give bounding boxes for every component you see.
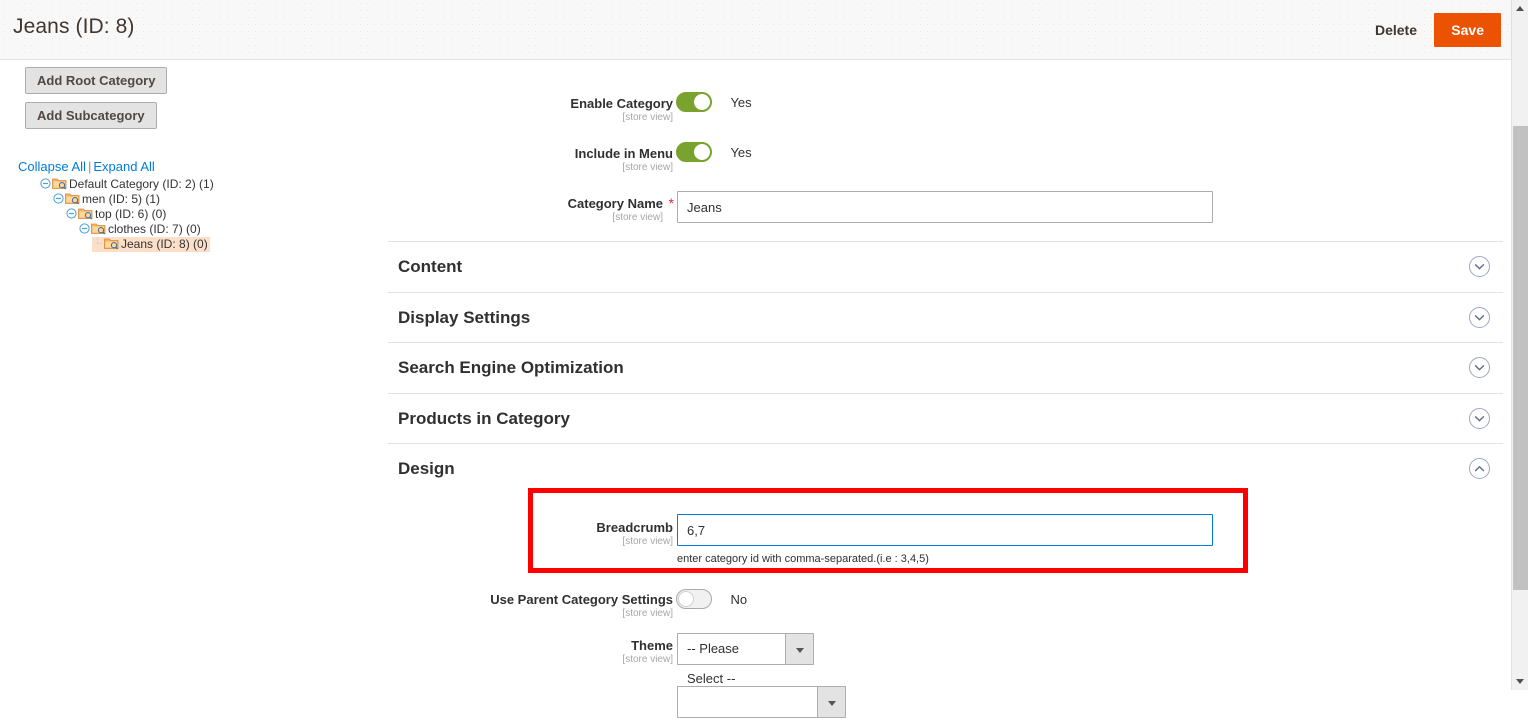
section-header-content[interactable]: Content: [388, 241, 1503, 291]
store-view-scope: [store view]: [622, 112, 673, 123]
include-in-menu-control: Yes: [676, 142, 752, 162]
toggle-knob: [694, 144, 710, 160]
use-parent-category-settings-value: No: [730, 591, 748, 607]
expand-all-link[interactable]: Expand All: [93, 159, 154, 174]
tree-node-inner[interactable]: Jeans (ID: 8) (0): [92, 237, 210, 252]
enable-category-value: Yes: [730, 94, 752, 110]
add-subcategory-button[interactable]: Add Subcategory: [25, 102, 157, 129]
include-in-menu-value: Yes: [730, 144, 752, 160]
add-root-category-button[interactable]: Add Root Category: [25, 67, 168, 94]
category-form: Enable Category [store view] Yes Include…: [380, 61, 1511, 718]
folder-search-icon: [52, 177, 67, 190]
minus-box-icon[interactable]: [40, 178, 51, 189]
minus-box-icon[interactable]: [79, 223, 90, 234]
enable-category-control: Yes: [676, 92, 752, 112]
store-view-scope: [store view]: [612, 212, 663, 223]
chevron-up-icon[interactable]: [1469, 458, 1490, 479]
category-name-label: Category Name * [store view]: [388, 196, 674, 224]
chevron-down-icon[interactable]: [1469, 408, 1490, 429]
tree-controls: Collapse All | Expand All: [18, 159, 380, 174]
section-title: Search Engine Optimization: [398, 358, 624, 377]
tree-node-default[interactable]: Default Category (ID: 2) (1): [0, 177, 380, 192]
chevron-down-icon[interactable]: [817, 686, 846, 718]
vertical-scrollbar[interactable]: [1511, 0, 1528, 690]
section-header-display-settings[interactable]: Display Settings: [388, 292, 1503, 342]
chevron-down-icon[interactable]: [1469, 307, 1490, 328]
use-parent-category-settings-label: Use Parent Category Settings [store view…: [398, 592, 673, 620]
tree-node-label: Jeans (ID: 8) (0): [121, 237, 208, 251]
partial-select-value: [677, 686, 817, 718]
folder-search-icon: [78, 207, 93, 220]
tree-node-men[interactable]: men (ID: 5) (1): [0, 192, 380, 207]
toggle-knob: [678, 591, 694, 607]
minus-box-icon[interactable]: [53, 193, 64, 204]
tree-leaf-icon: [92, 238, 103, 249]
include-in-menu-label: Include in Menu [store view]: [398, 146, 673, 174]
page-header: Jeans (ID: 8) Delete Save: [0, 0, 1511, 60]
tree-node-inner[interactable]: men (ID: 5) (1): [53, 192, 162, 207]
category-tree-panel: Add Root Category Add Subcategory Collap…: [0, 61, 380, 690]
use-parent-category-settings-control: No: [676, 589, 747, 609]
tree-node-label: clothes (ID: 7) (0): [108, 222, 201, 236]
section-header-products-in-category[interactable]: Products in Category: [388, 393, 1503, 443]
scrollbar-thumb[interactable]: [1513, 126, 1528, 590]
store-view-scope: [store view]: [622, 162, 673, 173]
theme-label: Theme [store view]: [398, 638, 673, 666]
folder-search-icon: [65, 192, 80, 205]
tree-node-clothes[interactable]: clothes (ID: 7) (0): [0, 222, 380, 237]
breadcrumb-note: enter category id with comma-separated.(…: [677, 553, 929, 565]
breadcrumb-label: Breadcrumb [store view]: [398, 520, 673, 548]
section-title: Display Settings: [398, 308, 531, 327]
breadcrumb-control: enter category id with comma-separated.(…: [677, 514, 1213, 565]
chevron-down-icon[interactable]: [785, 633, 814, 665]
chevron-down-icon[interactable]: [1469, 357, 1490, 378]
tree-node-inner[interactable]: clothes (ID: 7) (0): [79, 222, 203, 237]
toggle-knob: [694, 94, 710, 110]
tree-node-label: top (ID: 6) (0): [95, 207, 167, 221]
section-title: Products in Category: [398, 409, 570, 428]
folder-search-icon: [104, 237, 119, 250]
tree-node-label: Default Category (ID: 2) (1): [69, 177, 214, 191]
tree-node-inner[interactable]: Default Category (ID: 2) (1): [40, 177, 216, 192]
partial-select[interactable]: [677, 686, 846, 718]
chevron-down-icon[interactable]: [1469, 256, 1490, 277]
section-header-design[interactable]: Design: [388, 443, 1503, 493]
category-name-input[interactable]: [677, 191, 1213, 223]
use-parent-category-settings-toggle[interactable]: [676, 589, 712, 609]
breadcrumb-input[interactable]: [677, 514, 1213, 546]
scroll-down-arrow-icon[interactable]: [1512, 673, 1528, 690]
required-marker: *: [668, 195, 674, 211]
delete-button[interactable]: Delete: [1369, 18, 1423, 42]
theme-select[interactable]: -- Please Select --: [677, 633, 814, 686]
folder-search-icon: [91, 222, 106, 235]
enable-category-label: Enable Category [store view]: [398, 96, 673, 124]
include-in-menu-toggle[interactable]: [676, 142, 712, 162]
store-view-scope: [store view]: [622, 536, 673, 547]
minus-box-icon[interactable]: [66, 208, 77, 219]
collapse-all-link[interactable]: Collapse All: [18, 159, 86, 174]
enable-category-toggle[interactable]: [676, 92, 712, 112]
tree-node-inner[interactable]: top (ID: 6) (0): [66, 207, 168, 222]
category-tree: Default Category (ID: 2) (1) men (ID: 5)…: [0, 177, 380, 252]
tree-node-label: men (ID: 5) (1): [82, 192, 161, 206]
section-title: Design: [398, 459, 455, 478]
store-view-scope: [store view]: [622, 654, 673, 665]
save-button[interactable]: Save: [1434, 13, 1501, 47]
scroll-up-arrow-icon[interactable]: [1512, 0, 1528, 17]
theme-select-value: -- Please Select --: [677, 633, 785, 686]
tree-node-top[interactable]: top (ID: 6) (0): [0, 207, 380, 222]
section-title: Content: [398, 257, 463, 276]
page-title: Jeans (ID: 8): [13, 15, 135, 38]
section-header-search-engine-optimization[interactable]: Search Engine Optimization: [388, 342, 1503, 392]
store-view-scope: [store view]: [622, 608, 673, 619]
tree-controls-separator: |: [87, 159, 92, 174]
tree-node-jeans[interactable]: Jeans (ID: 8) (0): [0, 237, 380, 252]
